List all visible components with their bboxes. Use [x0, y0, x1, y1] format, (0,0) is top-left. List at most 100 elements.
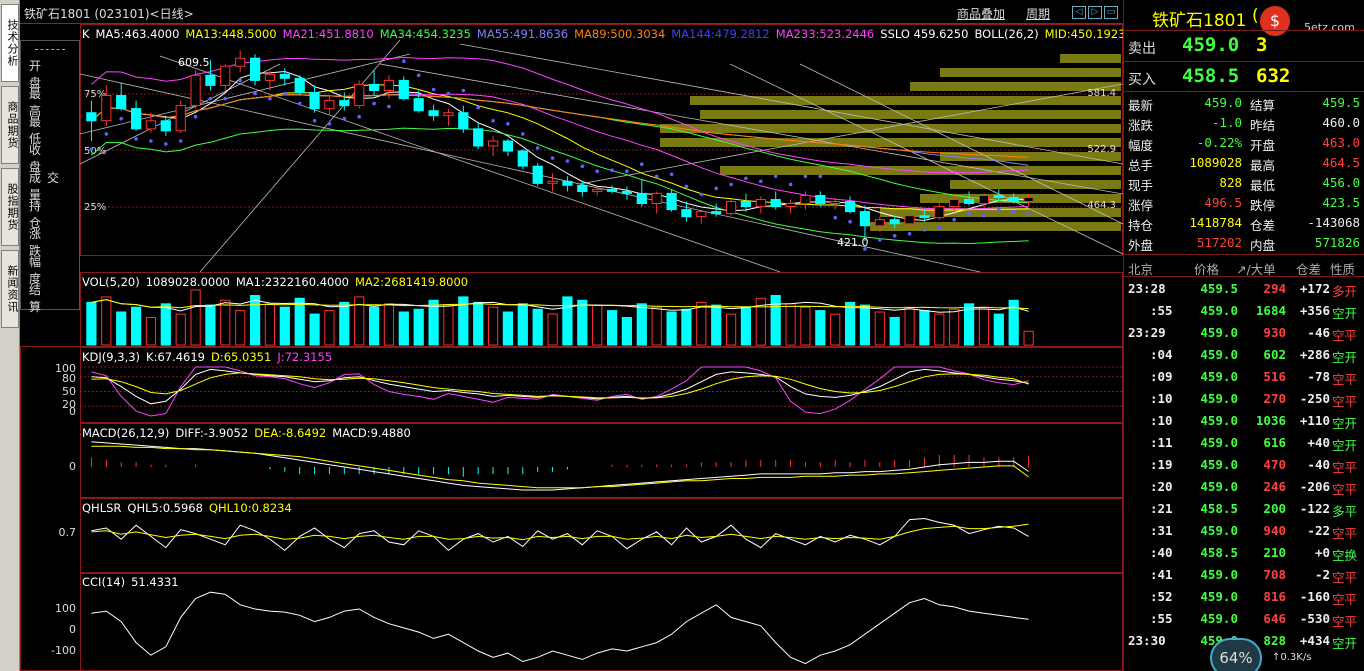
volume-bar	[250, 295, 261, 346]
tick-volume: 708	[1263, 567, 1286, 582]
sar-dot	[848, 219, 852, 224]
tick-row: :10 459.0 1036 +110 空开	[1124, 411, 1364, 431]
sar-dot	[1011, 209, 1016, 214]
volume-profile-bar	[700, 110, 1121, 119]
candle-body	[250, 57, 261, 81]
tick-price: 459.0	[1200, 369, 1238, 384]
bid-volume: 632	[1256, 65, 1291, 87]
volume-bar	[621, 317, 632, 346]
tick-nature: 空平	[1332, 394, 1358, 409]
legend-item: 51.4331	[131, 575, 179, 589]
ma-legend: K MA5:463.4000 MA13:448.5000 MA21:451.8810 M…	[82, 27, 1175, 41]
stat-row: 涨停 496.5 跌停 423.5	[1124, 193, 1364, 213]
volume-bar	[324, 310, 335, 346]
candle-body	[964, 199, 975, 204]
volume-profile-bar	[660, 138, 1121, 147]
overlay-button[interactable]: 商品叠加	[957, 5, 1005, 22]
chart-title-bar: 铁矿石1801 (023101)<日线> 商品叠加 周期 ◁ ▷ ▭	[20, 0, 1123, 24]
legend-item: SSLO 459.6250	[880, 27, 969, 41]
candle-body	[740, 201, 751, 207]
candle-body	[220, 65, 231, 86]
volume-bar	[517, 303, 528, 346]
contract-code: (	[1252, 6, 1259, 26]
tick-nature: 空开	[1332, 306, 1358, 321]
candle-body	[770, 199, 781, 208]
candle-body	[800, 195, 811, 205]
volume-bar	[145, 317, 157, 346]
tick-price: 459.0	[1200, 457, 1238, 472]
sar-dot	[461, 88, 466, 93]
legend-item: 1089028.0000	[145, 275, 230, 289]
candle-body	[354, 83, 365, 107]
tick-oi-change: -22	[1307, 523, 1330, 538]
contract-name: 铁矿石1801	[1152, 11, 1247, 31]
legend-item: MA144:479.2812	[671, 27, 770, 41]
price-axis-label: 522.9	[1087, 144, 1116, 155]
tick-time: :55	[1150, 611, 1173, 626]
volume-bar	[488, 306, 499, 346]
tick-time: 23:28	[1128, 281, 1166, 296]
period-button[interactable]: 周期	[1026, 5, 1050, 22]
contract-title: 铁矿石1801 (023101)<日线>	[24, 7, 194, 21]
tab-news[interactable]: 新闻资讯	[1, 250, 19, 328]
stat-row: 涨跌 -1.0 昨结 460.0	[1124, 113, 1364, 133]
legend-item: DEA:-8.6492	[254, 426, 327, 440]
volume-bar	[1023, 330, 1034, 346]
chart-area[interactable]: 75% 50% 25% 581.4 522.9 464.3 609.5 421.0 K MA5:…	[79, 24, 1169, 671]
volume-bar	[904, 306, 915, 346]
tick-volume: 270	[1263, 391, 1286, 406]
next-icon[interactable]: ▷	[1088, 6, 1102, 19]
qhl10-line	[91, 523, 1029, 541]
prev-icon[interactable]: ◁	[1072, 6, 1086, 19]
tab-technical-analysis[interactable]: 技术分析	[1, 4, 19, 82]
stat-label: 涨跌	[1128, 118, 1154, 133]
sar-dot	[684, 184, 689, 189]
sar-dot	[744, 176, 748, 181]
legend-item: QHL5:0.5968	[127, 501, 203, 515]
volume-bar	[607, 310, 618, 346]
stat-value: 828	[1219, 175, 1242, 190]
macd-dea-line	[91, 445, 1029, 489]
tick-nature: 空平	[1332, 372, 1358, 387]
candle-body	[101, 95, 112, 122]
candle-body	[547, 180, 558, 184]
candle-body	[592, 188, 603, 192]
legend-item: D:65.0351	[211, 350, 272, 364]
volume-bar	[235, 310, 246, 346]
stat-row: 现手 828 最低 456.0	[1124, 173, 1364, 193]
tick-volume: 646	[1263, 611, 1286, 626]
tick-oi-change: +286	[1299, 347, 1330, 362]
candle-body	[859, 211, 870, 227]
candle-body	[86, 112, 97, 122]
candle-body	[607, 188, 618, 192]
legend-item: MA5:463.4000	[95, 27, 180, 41]
volume-bar	[131, 306, 142, 346]
volume-bar	[339, 301, 350, 346]
tick-row: :55 459.0 646 -530 空平	[1124, 609, 1364, 629]
stat-value: 456.0	[1322, 175, 1360, 190]
volume-bar	[726, 313, 737, 346]
stat-label: 昨结	[1250, 118, 1276, 133]
quote-label-panel: 开 盘最 高最 低收 盘成交量持 仓涨 跌幅 度结 算	[20, 40, 80, 314]
tick-oi-change: -46	[1307, 325, 1330, 340]
sar-dot	[982, 213, 986, 218]
volume-bar	[369, 306, 380, 346]
volume-bar	[592, 304, 603, 346]
stat-value: 459.5	[1322, 95, 1360, 110]
tab-index-futures[interactable]: 股指期货	[1, 168, 19, 246]
stat-label: 结算	[1250, 98, 1276, 113]
sar-dot	[491, 119, 495, 123]
tick-price: 459.0	[1200, 303, 1238, 318]
tab-commodity-futures[interactable]: 商品期货	[1, 86, 19, 164]
tick-row: :55 459.0 1684 +356 空开	[1124, 301, 1364, 321]
volume-bar	[636, 303, 647, 346]
tick-nature: 多平	[1332, 504, 1358, 519]
candle-body	[711, 211, 722, 215]
tick-row: 23:29 459.0 930 -46 空平	[1124, 323, 1364, 343]
restore-icon[interactable]: ▭	[1104, 6, 1118, 19]
candle-body	[845, 201, 856, 213]
candle-body	[160, 120, 171, 132]
candle-body	[889, 219, 900, 225]
volume-bar	[681, 308, 692, 346]
sar-dot	[327, 122, 332, 126]
